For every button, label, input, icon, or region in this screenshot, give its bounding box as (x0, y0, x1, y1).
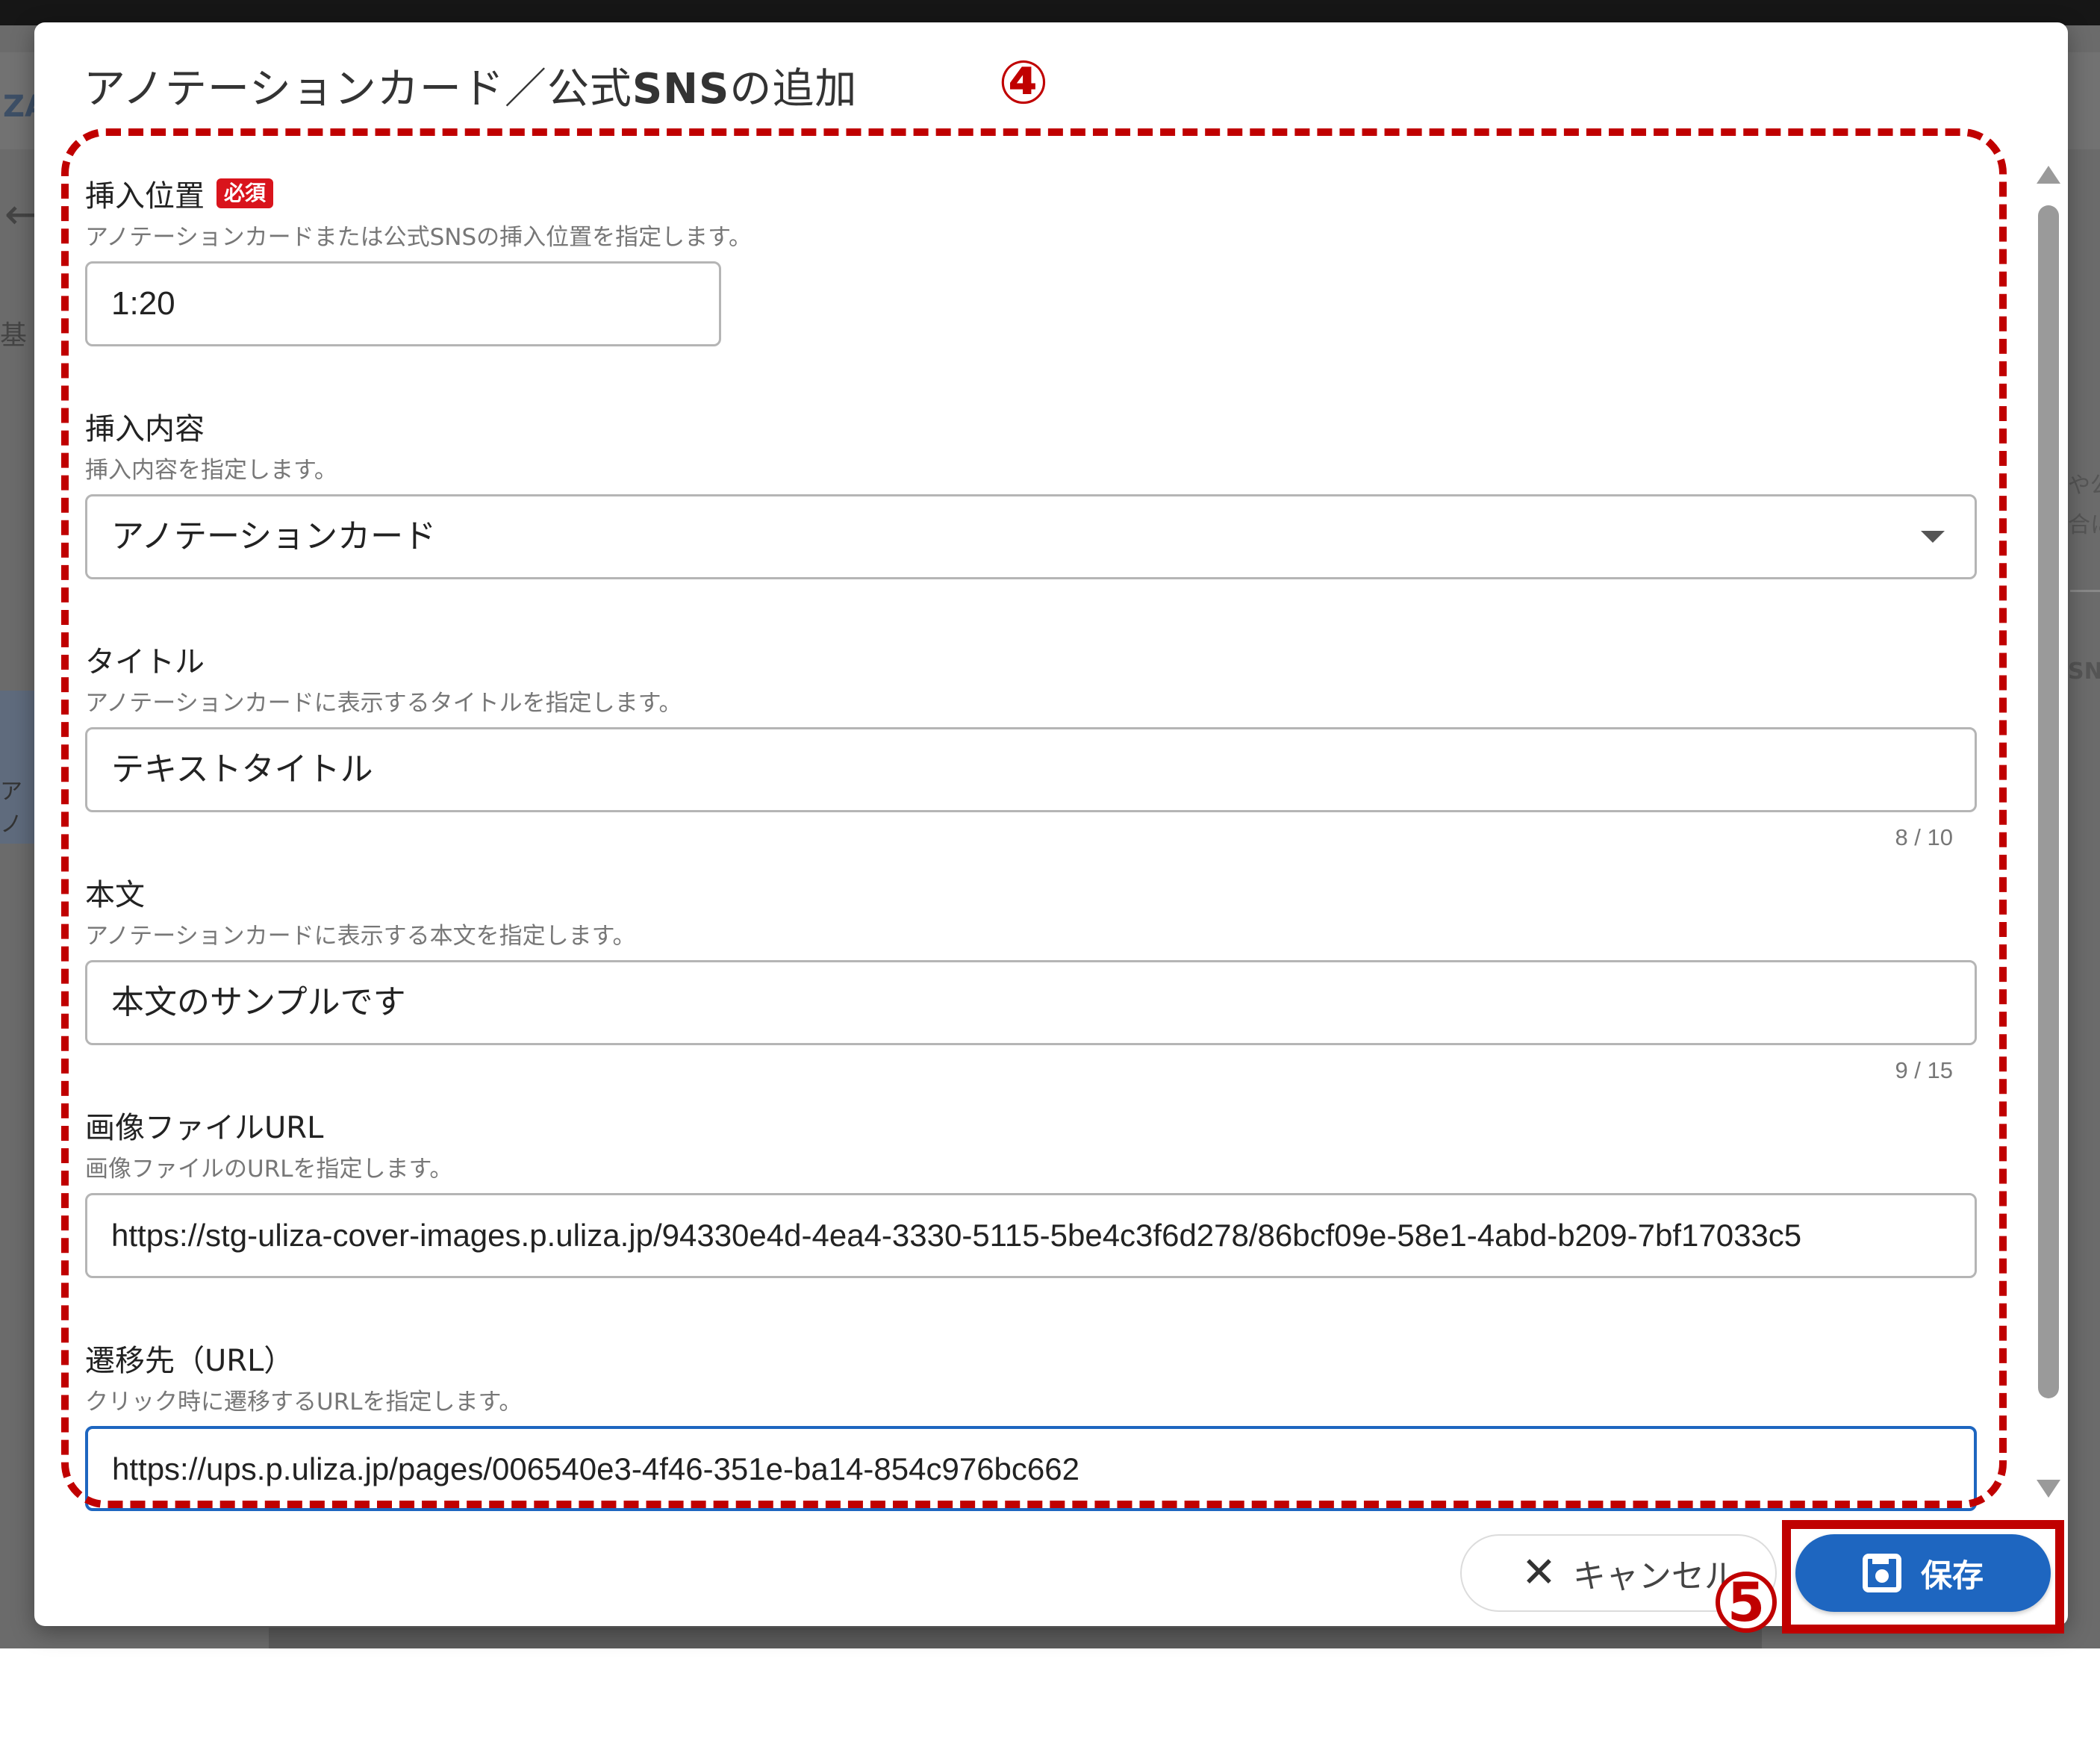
body-label: 本文 (85, 878, 145, 912)
annotation-marker-4: ④ (998, 48, 1049, 117)
body-input[interactable]: 本文のサンプルです (85, 960, 1977, 1045)
cancel-button-label: キャンセル (1572, 1557, 1737, 1595)
add-annotation-dialog: アノテーションカード／公式SNSの追加 挿入位置 必須 アノテーションカードまた… (34, 22, 2068, 1626)
content-type-description: 挿入内容を指定します。 (85, 457, 337, 484)
title-char-counter: 8 / 10 (1895, 824, 1953, 850)
body-char-counter: 9 / 15 (1895, 1057, 1953, 1083)
content-type-select[interactable]: アノテーションカード (85, 494, 1977, 579)
title-label: タイトル (85, 645, 205, 679)
background-right-text: や公 (2068, 473, 2100, 499)
background-left-panel: アノ (0, 691, 36, 844)
browser-top-bar (0, 0, 2100, 25)
content-type-label: 挿入内容 (85, 412, 205, 446)
position-description: アノテーションカードまたは公式SNSの挿入位置を指定します。 (85, 224, 753, 251)
body-description: アノテーションカードに表示する本文を指定します。 (85, 923, 636, 950)
chevron-down-icon (1921, 531, 1945, 543)
image-url-label: 画像ファイルURL (85, 1111, 324, 1145)
scroll-down-arrow-icon[interactable] (2037, 1480, 2060, 1498)
dialog-title: アノテーションカード／公式SNSの追加 (84, 65, 858, 113)
background-right-text: SN (2068, 658, 2100, 685)
content-type-selected-value: アノテーションカード (111, 517, 437, 555)
title-description: アノテーションカードに表示するタイトルを指定します。 (85, 690, 682, 717)
required-badge: 必須 (216, 178, 274, 208)
position-input[interactable]: 1:20 (85, 261, 721, 346)
image-url-input[interactable]: https://stg-uliza-cover-images.p.uliza.j… (85, 1193, 1977, 1278)
close-icon: ✕ (1521, 1548, 1557, 1597)
background-bottom-bar (269, 1628, 1762, 1648)
background-tab-label: 基 (0, 320, 28, 351)
annotation-marker-5: 5 (1716, 1572, 1777, 1633)
link-url-label: 遷移先（URL） (85, 1344, 294, 1378)
image-url-description: 画像ファイルのURLを指定します。 (85, 1156, 453, 1183)
position-label: 挿入位置 必須 (85, 172, 274, 215)
link-url-input[interactable]: https://ups.p.uliza.jp/pages/006540e3-4f… (85, 1426, 1977, 1511)
background-right-text: 合に (2068, 512, 2100, 538)
scroll-up-arrow-icon[interactable] (2037, 166, 2060, 184)
link-url-description: クリック時に遷移するURLを指定します。 (85, 1389, 523, 1416)
dialog-scrollbar-thumb[interactable] (2038, 205, 2059, 1398)
background-left-panel-text: アノ (0, 779, 22, 838)
background-divider (2070, 590, 2100, 592)
annotation-save-highlight (1782, 1520, 2064, 1634)
title-input[interactable]: テキストタイトル (85, 727, 1977, 812)
